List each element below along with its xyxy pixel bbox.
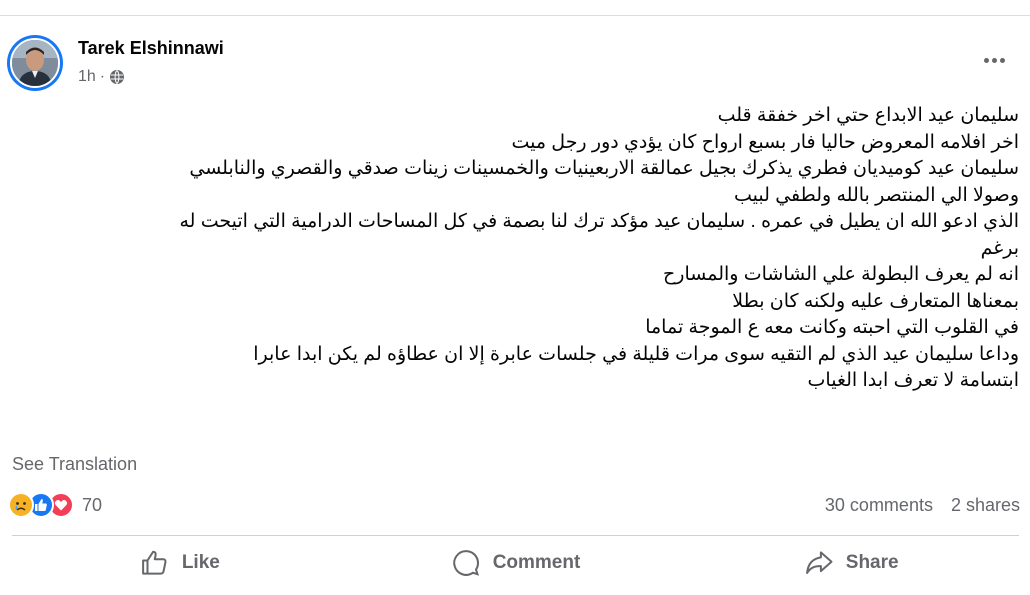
post-text: سليمان عيد الابداع حتي اخر خفقة قلب اخر …: [12, 103, 1019, 395]
post-line: وصولا الي المنتصر بالله ولطفي لبيب: [734, 184, 1019, 206]
post-line: سليمان عيد كوميديان فطري يذكرك بجيل عمال…: [189, 158, 1019, 179]
like-button[interactable]: Like: [12, 540, 348, 586]
comments-count-link[interactable]: 30 comments: [825, 495, 933, 516]
post-timestamp[interactable]: 1h: [78, 68, 96, 86]
post-line: برغم: [980, 237, 1019, 259]
share-label: Share: [845, 552, 899, 573]
share-button[interactable]: Share: [683, 540, 1019, 586]
meta-separator: ·: [99, 68, 106, 85]
author-name[interactable]: Tarek Elshinnawi: [78, 38, 224, 59]
see-translation-link[interactable]: See Translation: [12, 454, 137, 475]
reaction-count: 70: [82, 494, 103, 515]
post-action-bar: Like Comment Share: [12, 540, 1019, 586]
actions-divider: [12, 535, 1019, 536]
post-line: سليمان عيد الابداع حتي اخر خفقة قلب: [717, 105, 1019, 126]
author-avatar[interactable]: [7, 35, 63, 91]
share-icon: [805, 551, 833, 574]
more-options-icon[interactable]: [976, 48, 1012, 72]
post-line: اخر افلامه المعروض حاليا فار بسبع ارواح …: [511, 131, 1019, 153]
post-line: انه لم يعرف البطولة علي الشاشات والمسارح: [663, 264, 1019, 285]
post-line: ابتسامة لا تعرف ابدا الغياب: [807, 370, 1019, 391]
like-icon: [141, 550, 167, 575]
post-line: في القلوب التي احبته وكانت معه ع الموجة …: [645, 317, 1019, 338]
post-line: وداعا سليمان عيد الذي لم التقيه سوى مرات…: [253, 343, 1019, 365]
post-line: بمعناها المتعارف عليه ولكنه كان بطلا: [732, 290, 1019, 312]
sad-reaction-icon: [8, 492, 34, 518]
post-line: الذي ادعو الله ان يطيل في عمره . سليمان …: [179, 211, 1019, 232]
shares-count-link[interactable]: 2 shares: [951, 495, 1020, 516]
globe-icon[interactable]: [109, 69, 125, 85]
post-meta: 1h ·: [78, 68, 125, 86]
comment-icon: [452, 550, 479, 576]
avatar-photo: [10, 38, 60, 88]
top-divider: [0, 15, 1030, 16]
engagement-stats: 30 comments 2 shares: [825, 495, 1020, 516]
like-label: Like: [181, 552, 220, 573]
comment-label: Comment: [492, 552, 581, 573]
reaction-summary[interactable]: 70: [8, 492, 102, 518]
comment-button[interactable]: Comment: [348, 540, 684, 586]
